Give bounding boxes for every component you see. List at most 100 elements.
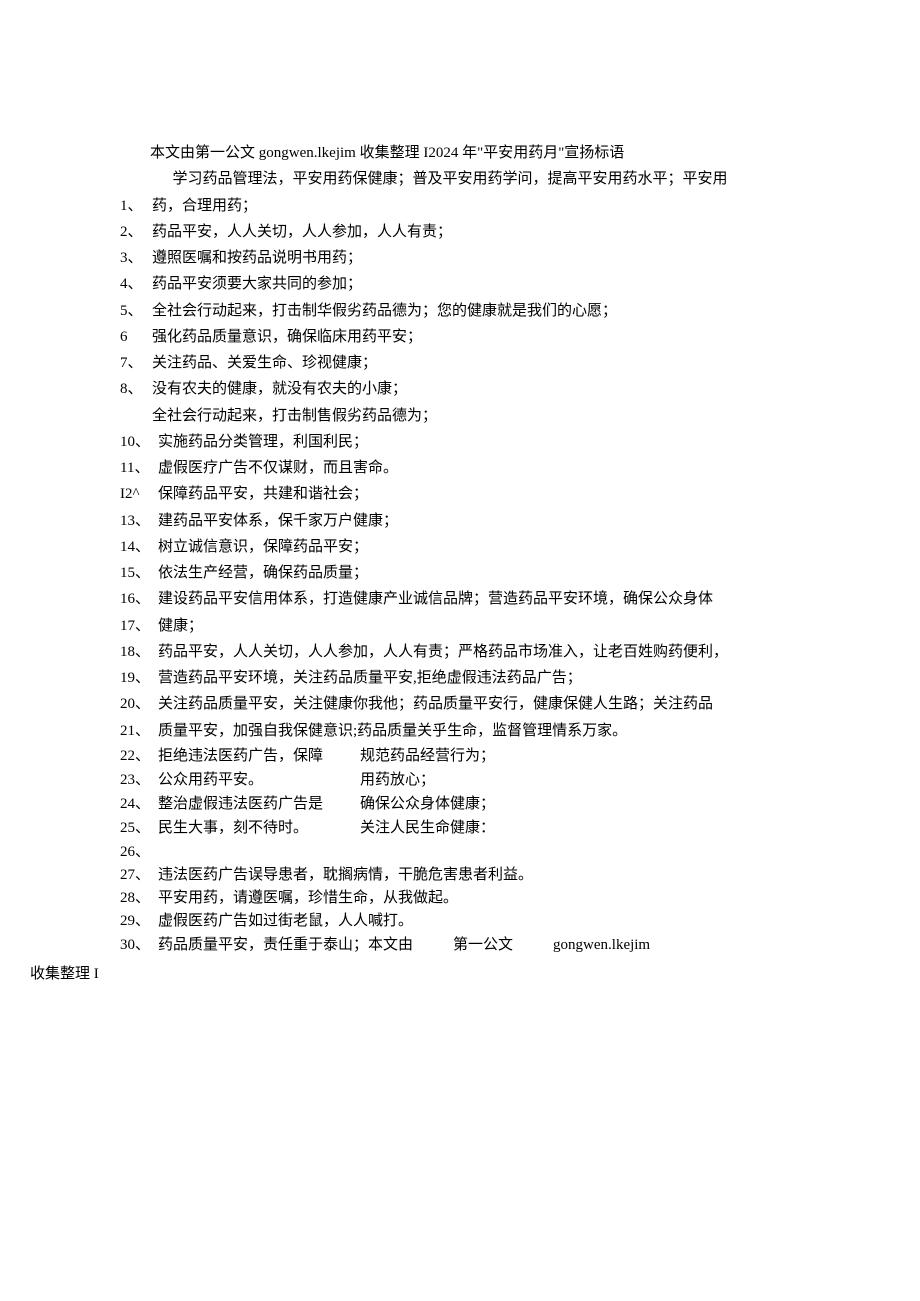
two-column-block: 22、拒绝违法医药广告，保障 23、公众用药平安。 24、整治虚假违法医药广告是… (120, 744, 800, 864)
list-item: 15、依法生产经营，确保药品质量； (120, 560, 800, 586)
list-item: 23、公众用药平安。 (120, 768, 360, 792)
list-item: 4、药品平安须要大家共同的参加； (120, 271, 800, 297)
list-item: 21、质量平安，加强自我保健意识;药品质量关乎生命，监督管理情系万家。 (120, 718, 800, 744)
item-number: 2、 (120, 219, 152, 245)
numbered-list: 1、药，合理用药； 2、药品平安，人人关切，人人参加，人人有责； 3、遵照医嘱和… (120, 193, 800, 744)
item-text: 质量平安，加强自我保健意识;药品质量关乎生命，监督管理情系万家。 (158, 718, 800, 744)
item-number: 6 (120, 324, 152, 350)
list-item: 5、全社会行动起来，打击制华假劣药品德为；您的健康就是我们的心愿； (120, 298, 800, 324)
item-number: I2^ (120, 481, 158, 507)
list-item: 17、健康； (120, 613, 800, 639)
document-page: 本文由第一公文 gongwen.lkejim 收集整理 I2024 年"平安用药… (0, 0, 920, 1047)
item-number: 28、 (120, 887, 158, 910)
footer-text: 收集整理 I (30, 961, 800, 987)
item-text: 虚假医药广告如过街老鼠，人人喊打。 (158, 910, 800, 933)
item-text: 建设药品平安信用体系，打造健康产业诚信品牌；营造药品平安环境，确保公众身体 (158, 586, 800, 612)
list-item: 3、遵照医嘱和按药品说明书用药； (120, 245, 800, 271)
list-item: 1、药，合理用药； (120, 193, 800, 219)
list-item: 24、整治虚假违法医药广告是 (120, 792, 360, 816)
item-text: 药品平安须要大家共同的参加； (152, 271, 800, 297)
list-item: 26、 (120, 840, 360, 864)
right-text: 确保公众身体健康； (360, 792, 800, 816)
right-column: 规范药品经营行为； 用药放心； 确保公众身体健康； 关注人民生命健康： (360, 744, 800, 864)
item-text: 遵照医嘱和按药品说明书用药； (152, 245, 800, 271)
item-number: 5、 (120, 298, 152, 324)
intro-line-2: 学习药品管理法，平安用药保健康；普及平安用药学问，提高平安用药水平；平安用 (120, 166, 800, 192)
item-number: 27、 (120, 864, 158, 887)
list-item: 25、民生大事，刻不待时。 (120, 816, 360, 840)
list-item: 27、违法医药广告误导患者，耽搁病情，干脆危害患者利益。 (120, 864, 800, 887)
item-number: 19、 (120, 665, 158, 691)
item-text: 平安用药，请遵医嘱，珍惜生命，从我做起。 (158, 887, 800, 910)
item-number: 25、 (120, 816, 158, 840)
left-column: 22、拒绝违法医药广告，保障 23、公众用药平安。 24、整治虚假违法医药广告是… (120, 744, 360, 864)
item-number: 7、 (120, 350, 152, 376)
item-text: 保障药品平安，共建和谐社会； (158, 481, 800, 507)
item-text: 药品质量平安，责任重于泰山；本文由 第一公文 gongwen.lkejim (158, 934, 800, 957)
last-text-3: gongwen.lkejim (553, 937, 650, 953)
item-text: 树立诚信意识，保障药品平安； (158, 534, 800, 560)
item-number: 21、 (120, 718, 158, 744)
item-number: 4、 (120, 271, 152, 297)
item-number: 3、 (120, 245, 152, 271)
item-number: 13、 (120, 508, 158, 534)
last-text-2: 第一公文 (453, 937, 513, 953)
list-item: 20、关注药品质量平安，关注健康你我他；药品质量平安行，健康保健人生路；关注药品 (120, 691, 800, 717)
list-item: 8、没有农夫的健康，就没有农夫的小康； (120, 376, 800, 402)
item-text: 药品平安，人人关切，人人参加，人人有责；严格药品市场准入，让老百姓购药便利， (158, 639, 800, 665)
item-text: 关注药品、关爱生命、珍视健康； (152, 350, 800, 376)
list-item: 6强化药品质量意识，确保临床用药平安； (120, 324, 800, 350)
item-text: 实施药品分类管理，利国利民； (158, 429, 800, 455)
list-item: 22、拒绝违法医药广告，保障 (120, 744, 360, 768)
item-text: 公众用药平安。 (158, 768, 360, 792)
list-item: 16、建设药品平安信用体系，打造健康产业诚信品牌；营造药品平安环境，确保公众身体 (120, 586, 800, 612)
right-text: 规范药品经营行为； (360, 744, 800, 768)
item-text: 全社会行动起来，打击制华假劣药品德为；您的健康就是我们的心愿； (152, 298, 800, 324)
item-number: 24、 (120, 792, 158, 816)
list-item: 7、关注药品、关爱生命、珍视健康； (120, 350, 800, 376)
item-number: 16、 (120, 586, 158, 612)
list-item: 11、虚假医疗广告不仅谋财，而且害命。 (120, 455, 800, 481)
last-text-1: 药品质量平安，责任重于泰山；本文由 (158, 937, 413, 953)
item-text: 强化药品质量意识，确保临床用药平安； (152, 324, 800, 350)
item-text: 民生大事，刻不待时。 (158, 816, 360, 840)
item-number: 22、 (120, 744, 158, 768)
item-text: 关注药品质量平安，关注健康你我他；药品质量平安行，健康保健人生路；关注药品 (158, 691, 800, 717)
item-number: 20、 (120, 691, 158, 717)
list-item: 2、药品平安，人人关切，人人参加，人人有责； (120, 219, 800, 245)
list-item: 19、营造药品平安环境，关注药品质量平安,拒绝虚假违法药品广告； (120, 665, 800, 691)
item-number: 11、 (120, 455, 158, 481)
list-item: 14、树立诚信意识，保障药品平安； (120, 534, 800, 560)
list-item: I2^保障药品平安，共建和谐社会； (120, 481, 800, 507)
item-text: 全社会行动起来，打击制售假劣药品德为； (152, 403, 800, 429)
item-text: 整治虚假违法医药广告是 (158, 792, 360, 816)
item-number: 10、 (120, 429, 158, 455)
item-text: 违法医药广告误导患者，耽搁病情，干脆危害患者利益。 (158, 864, 800, 887)
right-text: 用药放心； (360, 768, 800, 792)
item-number: 1、 (120, 193, 152, 219)
item-text: 营造药品平安环境，关注药品质量平安,拒绝虚假违法药品广告； (158, 665, 800, 691)
item-text: 药品平安，人人关切，人人参加，人人有责； (152, 219, 800, 245)
list-item: 18、药品平安，人人关切，人人参加，人人有责；严格药品市场准入，让老百姓购药便利… (120, 639, 800, 665)
item-number: 29、 (120, 910, 158, 933)
list-item: 29、虚假医药广告如过街老鼠，人人喊打。 (120, 910, 800, 933)
item-number: 30、 (120, 934, 158, 957)
intro-line-1: 本文由第一公文 gongwen.lkejim 收集整理 I2024 年"平安用药… (120, 140, 800, 166)
item-text: 虚假医疗广告不仅谋财，而且害命。 (158, 455, 800, 481)
item-number: 26、 (120, 840, 158, 864)
item-number: 8、 (120, 376, 152, 402)
list-item: 28、平安用药，请遵医嘱，珍惜生命，从我做起。 (120, 887, 800, 910)
list-item: 30、 药品质量平安，责任重于泰山；本文由 第一公文 gongwen.lkejim (120, 934, 800, 957)
item-text: 拒绝违法医药广告，保障 (158, 744, 360, 768)
item-number: 15、 (120, 560, 158, 586)
list-item: 全社会行动起来，打击制售假劣药品德为； (120, 403, 800, 429)
item-text: 没有农夫的健康，就没有农夫的小康； (152, 376, 800, 402)
list-item: 13、建药品平安体系，保千家万户健康； (120, 508, 800, 534)
item-number: 18、 (120, 639, 158, 665)
item-text: 依法生产经营，确保药品质量； (158, 560, 800, 586)
item-text: 健康； (158, 613, 800, 639)
item-text: 建药品平安体系，保千家万户健康； (158, 508, 800, 534)
tail-list: 27、违法医药广告误导患者，耽搁病情，干脆危害患者利益。 28、平安用药，请遵医… (120, 864, 800, 957)
item-text: 药，合理用药； (152, 193, 800, 219)
item-number: 17、 (120, 613, 158, 639)
